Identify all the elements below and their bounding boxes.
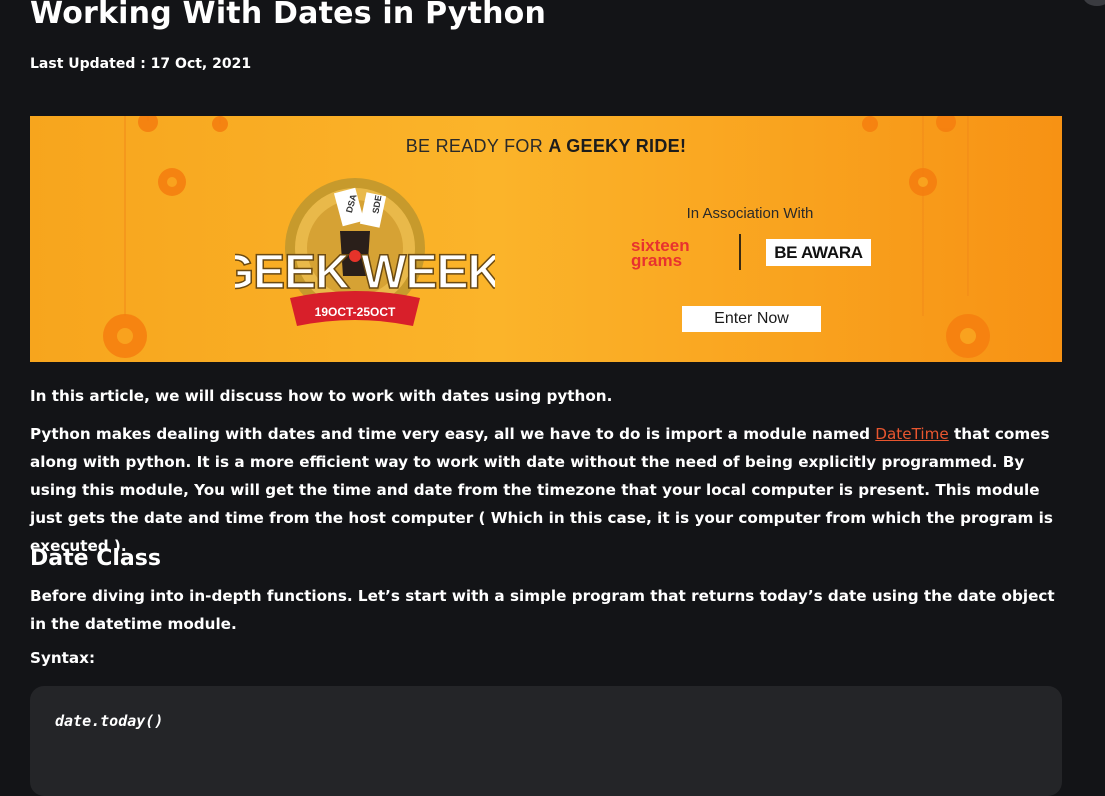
geek-week-logo: DSA SDE GEEK WEEK 19OCT-25OCT: [235, 178, 495, 326]
page-title: Working With Dates in Python: [30, 0, 547, 31]
banner-headline-bold: A GEEKY RIDE!: [548, 136, 687, 156]
banner-headline: BE READY FOR A GEEKY RIDE!: [30, 136, 1062, 157]
corner-button[interactable]: [1083, 0, 1105, 6]
section-heading: Date Class: [30, 546, 161, 571]
datetime-link[interactable]: DateTime: [875, 425, 948, 443]
banner-headline-prefix: BE READY FOR: [405, 136, 549, 156]
section-paragraph: Before diving into in-depth functions. L…: [30, 587, 1055, 633]
sixteen-grams-logo: sixteen grams: [631, 236, 690, 270]
promo-banner[interactable]: BE READY FOR A GEEKY RIDE! DSA SDE GEEK …: [30, 116, 1062, 362]
be-awara-logo: BE AWARA: [766, 239, 871, 266]
para-text-after-link: that comes along with python. It is a mo…: [30, 425, 1053, 555]
syntax-label: Syntax:: [30, 649, 96, 667]
code-text: date.today(): [55, 712, 164, 730]
logo-text: GEEK WEEK: [235, 246, 495, 299]
code-block[interactable]: date.today(): [30, 686, 1062, 796]
enter-now-button[interactable]: Enter Now: [682, 306, 821, 332]
datetime-paragraph: Python makes dealing with dates and time…: [30, 420, 1065, 560]
last-updated: Last Updated : 17 Oct, 2021: [30, 56, 252, 72]
para-text-before-link: Python makes dealing with dates and time…: [30, 425, 876, 443]
intro-paragraph: In this article, we will discuss how to …: [30, 387, 613, 405]
association-label: In Association With: [686, 205, 814, 222]
logo-dates: 19OCT-25OCT: [315, 305, 396, 319]
partner-divider: [739, 234, 741, 270]
